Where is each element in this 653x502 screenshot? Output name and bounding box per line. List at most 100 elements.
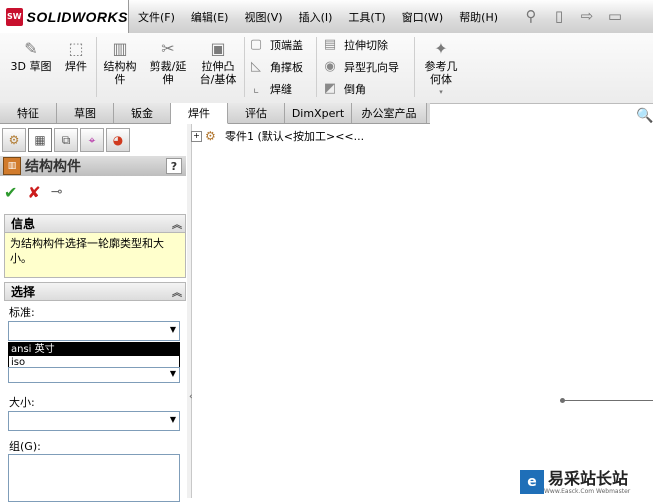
property-manager-icon[interactable]: ▦ [28, 128, 52, 152]
dimxpert-manager-icon[interactable]: ⌖ [80, 128, 104, 152]
open-icon[interactable]: ⇨ [576, 5, 598, 27]
trim-extend-label: 剪裁/延 伸 [149, 60, 187, 86]
3d-sketch-label: 3D 草图 [10, 60, 52, 73]
group-label: 组(G): [9, 440, 41, 453]
extruded-boss-icon: ▣ [210, 38, 226, 58]
weldment-label: 焊件 [65, 60, 87, 73]
configuration-manager-icon[interactable]: ⧉ [54, 128, 78, 152]
ok-check-icon[interactable]: ✔ [4, 183, 17, 202]
reference-geometry-button[interactable]: ✦ 参考几 何体 ▾ [418, 37, 464, 99]
trim-extend-button[interactable]: ✂ 剪裁/延 伸 [145, 37, 191, 86]
structural-member-label: 结构构 件 [103, 60, 137, 86]
menu-window[interactable]: 窗口(W) [402, 9, 443, 25]
tab-dimxpert[interactable]: DimXpert [285, 103, 352, 123]
sketch-line [560, 400, 653, 401]
extruded-boss-button[interactable]: ▣ 拉伸凸 台/基体 [195, 37, 241, 86]
trim-extend-icon: ✂ [161, 38, 175, 58]
gusset-icon: ◺ [251, 59, 261, 74]
ribbon-separator [414, 37, 415, 97]
property-manager-panel: ⚙ ▦ ⧉ ⌖ ◕ ▥ 结构构件 ? ✔ ✘ ⊸ 信息 ︽ 为结构构件选择一轮廓… [0, 124, 188, 502]
chamfer-label: 倒角 [344, 82, 366, 96]
fillet-bead-button[interactable]: ⌞ 焊缝 [248, 79, 292, 98]
property-manager-header: ▥ 结构构件 ? [0, 156, 186, 176]
collapse-icon[interactable]: ︽ [172, 284, 182, 299]
end-cap-button[interactable]: ▢ 顶端盖 [248, 35, 303, 54]
chevron-down-icon[interactable]: ▼ [170, 415, 176, 424]
chevron-down-icon[interactable]: ▾ [439, 86, 443, 99]
end-cap-icon: ▢ [249, 37, 263, 52]
info-message: 为结构构件选择一轮廓类型和大小。 [4, 232, 186, 278]
tab-evaluate[interactable]: 评估 [228, 103, 285, 123]
group-listbox[interactable] [8, 454, 180, 502]
tab-sketch[interactable]: 草图 [57, 103, 114, 123]
app-name: SOLIDWORKS [26, 8, 128, 25]
display-manager-icon[interactable]: ◕ [106, 128, 130, 152]
extruded-cut-button[interactable]: ▤ 拉伸切除 [322, 35, 388, 54]
ribbon-separator [316, 37, 317, 97]
ribbon-separator [244, 37, 245, 97]
info-group-header[interactable]: 信息 ︽ [4, 214, 186, 233]
3d-sketch-button[interactable]: ✎ 3D 草图 [10, 37, 52, 73]
menu-insert[interactable]: 插入(I) [299, 9, 333, 25]
quick-access-toolbar: ⚲ ▯ ⇨ ▭ [520, 5, 626, 27]
size-combo[interactable]: ▼ [8, 411, 180, 431]
cancel-x-icon[interactable]: ✘ [27, 183, 40, 202]
feature-tree-flyout: + ⚙ 零件1 (默认<按加工><<... [191, 128, 364, 144]
watermark: e 易采站长站 Www.Easck.Com Webmaster [516, 466, 653, 498]
tab-weldments[interactable]: 焊件 [171, 103, 228, 124]
chevron-down-icon[interactable]: ▼ [170, 369, 176, 378]
panel-splitter[interactable] [187, 124, 192, 498]
expand-icon[interactable]: + [191, 130, 202, 142]
menu-tools[interactable]: 工具(T) [348, 9, 385, 25]
collapse-icon[interactable]: ︽ [172, 216, 182, 231]
hole-wizard-label: 异型孔向导 [344, 60, 399, 74]
gusset-label: 角撑板 [270, 60, 303, 74]
extruded-cut-icon: ▤ [323, 37, 337, 52]
solidworks-logo-icon: SW [6, 7, 23, 26]
end-cap-label: 顶端盖 [270, 38, 303, 52]
chevron-down-icon[interactable]: ▼ [170, 325, 176, 334]
save-icon[interactable]: ▭ [604, 5, 626, 27]
hole-wizard-icon: ◉ [324, 59, 336, 74]
solidworks-logo[interactable]: SW SOLIDWORKS [0, 0, 129, 33]
watermark-logo-icon: e [520, 470, 544, 494]
selection-group-header[interactable]: 选择 ︽ [4, 282, 186, 301]
chamfer-button[interactable]: ◩ 倒角 [322, 79, 366, 98]
ribbon-separator [96, 37, 97, 97]
menu-file[interactable]: 文件(F) [138, 9, 175, 25]
extruded-cut-label: 拉伸切除 [344, 38, 388, 52]
feature-manager-icon[interactable]: ⚙ [2, 128, 26, 152]
menu-bar: 文件(F) 编辑(E) 视图(V) 插入(I) 工具(T) 窗口(W) 帮助(H… [138, 0, 514, 33]
command-manager-tabs: 特征 草图 钣金 焊件 评估 DimXpert 办公室产品 [0, 103, 430, 124]
standard-label: 标准: [9, 306, 35, 319]
tab-office-products[interactable]: 办公室产品 [352, 103, 427, 123]
weldment-button[interactable]: ⬚ 焊件 [60, 37, 92, 73]
tab-features[interactable]: 特征 [0, 103, 57, 123]
standard-combo[interactable]: ▼ [8, 321, 180, 341]
page-title: 结构构件 [25, 159, 81, 175]
3d-sketch-icon: ✎ [24, 38, 38, 58]
help-button[interactable]: ? [166, 158, 182, 174]
structural-member-button[interactable]: ▥ 结构构 件 [100, 37, 140, 86]
structural-member-icon: ▥ [3, 157, 21, 175]
command-manager: ✎ 3D 草图 ⬚ 焊件 ▥ 结构构 件 ✂ 剪裁/延 伸 ▣ 拉伸凸 台/基体… [0, 33, 653, 104]
part-name[interactable]: 零件1 (默认<按加工><<... [225, 128, 364, 144]
menu-edit[interactable]: 编辑(E) [191, 9, 229, 25]
push-pin-icon[interactable]: ⊸ [51, 184, 63, 200]
zoom-icon[interactable]: 🔍 [636, 108, 653, 124]
gusset-button[interactable]: ◺ 角撑板 [248, 57, 303, 76]
new-document-icon[interactable]: ▯ [548, 5, 570, 27]
sketch-point [560, 398, 565, 403]
pin-icon[interactable]: ⚲ [520, 5, 542, 27]
type-combo[interactable]: ▼ [8, 367, 180, 383]
fillet-bead-icon: ⌞ [252, 81, 260, 96]
menu-view[interactable]: 视图(V) [244, 9, 282, 25]
extruded-boss-label: 拉伸凸 台/基体 [199, 60, 237, 86]
weldment-icon: ⬚ [68, 38, 84, 58]
collapse-panel-icon[interactable]: ‹ [189, 392, 195, 412]
menu-help[interactable]: 帮助(H) [459, 9, 498, 25]
reference-geometry-label: 参考几 何体 [424, 60, 458, 86]
tab-sheet-metal[interactable]: 钣金 [114, 103, 171, 123]
hole-wizard-button[interactable]: ◉ 异型孔向导 [322, 57, 399, 76]
type-option-ansi[interactable]: ansi 英寸 [9, 343, 179, 356]
